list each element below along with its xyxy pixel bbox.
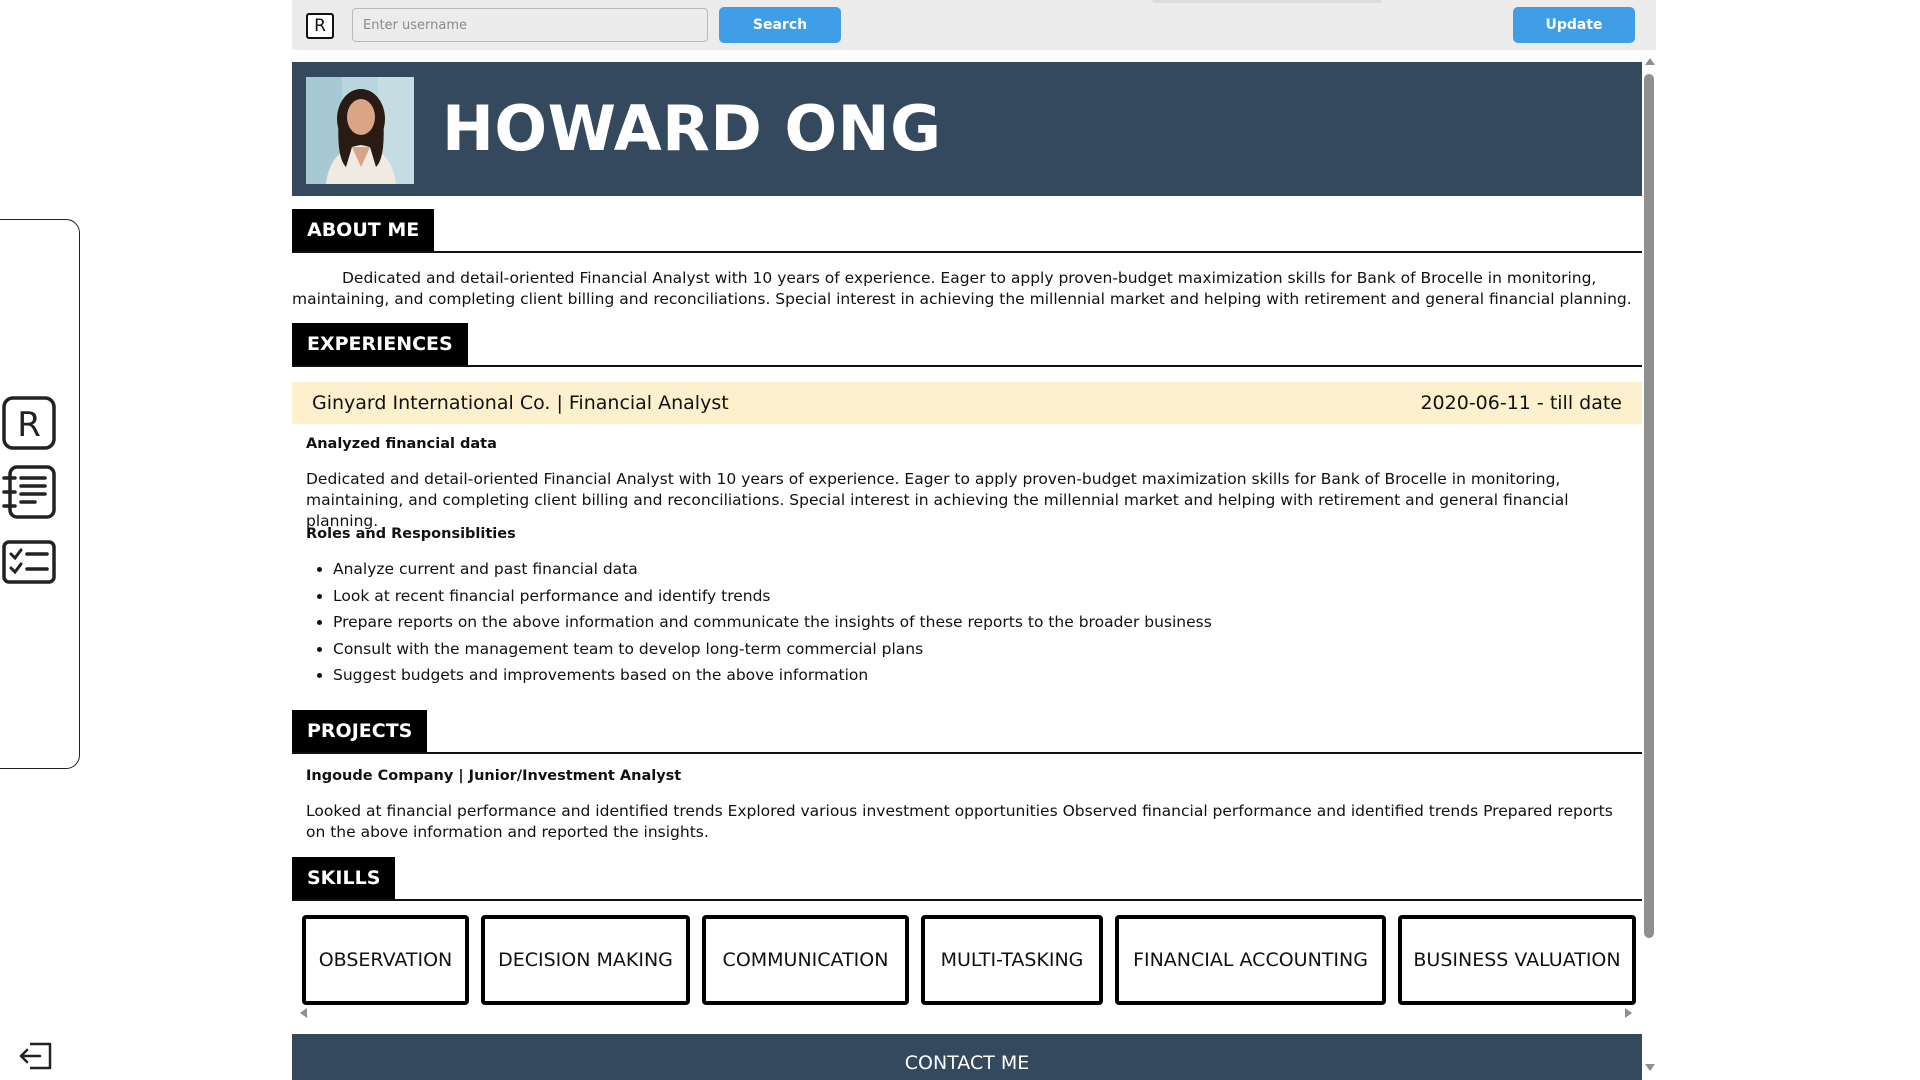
experience-description: Dedicated and detail-oriented Financial … [306,470,1569,530]
skill-badge: COMMUNICATION [702,915,909,1005]
list-item: Suggest budgets and improvements based o… [333,662,1212,689]
app-logo-icon[interactable]: R [306,13,334,39]
projects-section-header: PROJECTS [292,710,1642,754]
projects-section-title: PROJECTS [292,710,428,752]
experience-title-row: Ginyard International Co. | Financial An… [292,382,1642,424]
experience-date: 2020-06-11 - till date [1420,392,1622,414]
scroll-down-arrow[interactable] [1645,1064,1655,1071]
resume-logo-icon[interactable]: R [1,395,57,451]
vertical-scrollbar[interactable] [1642,56,1656,1080]
checklist-icon[interactable] [1,534,57,590]
svg-text:R: R [17,405,41,445]
side-panel: R [0,219,80,769]
project-description: Looked at financial performance and iden… [306,802,1613,841]
roles-heading: Roles and Responsiblities [306,526,516,542]
list-item: Look at recent financial performance and… [333,583,1212,610]
scroll-left-arrow[interactable] [300,1008,307,1018]
experiences-section-header: EXPERIENCES [292,323,1642,367]
top-toolbar: R Search Update [292,0,1656,50]
experience-title: Ginyard International Co. | Financial An… [312,392,729,414]
resume-name: HOWARD ONG [442,92,942,165]
about-text: Dedicated and detail-oriented Financial … [292,269,1632,308]
resume-header: HOWARD ONG [292,62,1642,196]
project-title: Ingoude Company | Junior/Investment Anal… [306,768,682,784]
skills-section-title: SKILLS [292,857,396,899]
skill-badge: BUSINESS VALUATION [1398,915,1636,1005]
notebook-list-icon[interactable] [1,464,57,520]
list-item: Analyze current and past financial data [333,556,1212,583]
skills-section-header: SKILLS [292,857,1642,901]
scrollbar-thumb[interactable] [1644,74,1654,938]
tab-indicator [1152,0,1382,3]
list-item: Prepare reports on the above information… [333,609,1212,636]
profile-photo [306,77,414,184]
list-item: Consult with the management team to deve… [333,636,1212,663]
contact-section: CONTACT ME [292,1034,1642,1080]
experience-subtitle: Analyzed financial data [306,436,497,452]
about-section-header: ABOUT ME [292,209,1642,253]
skill-badge: DECISION MAKING [481,915,690,1005]
skill-badge: FINANCIAL ACCOUNTING [1115,915,1386,1005]
roles-list: Analyze current and past financial data … [306,556,1212,689]
skills-row: OBSERVATION DECISION MAKING COMMUNICATIO… [302,915,1636,1005]
logout-icon[interactable] [18,1040,54,1072]
contact-section-title: CONTACT ME [904,1052,1030,1074]
about-section-title: ABOUT ME [292,209,435,251]
username-search-input[interactable] [352,8,708,42]
experiences-section-title: EXPERIENCES [292,323,468,365]
skill-badge: MULTI-TASKING [921,915,1103,1005]
search-button[interactable]: Search [719,7,841,43]
update-button[interactable]: Update [1513,7,1635,43]
resume-preview: HOWARD ONG ABOUT ME Dedicated and detail… [292,62,1642,1080]
scroll-right-arrow[interactable] [1625,1008,1632,1018]
scroll-up-arrow[interactable] [1645,58,1655,65]
skill-badge: OBSERVATION [302,915,469,1005]
